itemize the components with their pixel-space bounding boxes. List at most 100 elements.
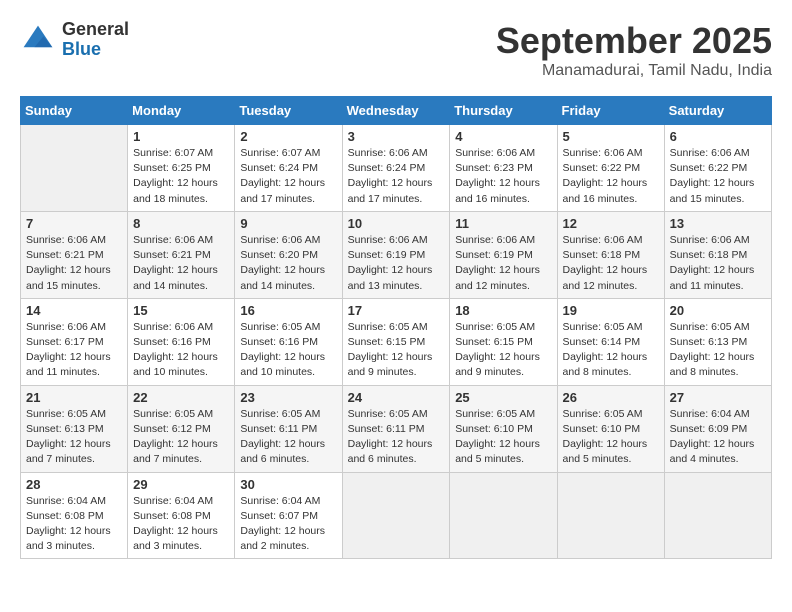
calendar-cell: 19Sunrise: 6:05 AM Sunset: 6:14 PM Dayli… xyxy=(557,298,664,385)
day-number: 11 xyxy=(455,216,551,231)
day-info: Sunrise: 6:06 AM Sunset: 6:18 PM Dayligh… xyxy=(563,233,659,294)
logo-icon xyxy=(20,22,56,58)
location: Manamadurai, Tamil Nadu, India xyxy=(496,62,772,80)
calendar-cell: 22Sunrise: 6:05 AM Sunset: 6:12 PM Dayli… xyxy=(128,385,235,472)
calendar-cell: 6 Sunrise: 6:06 AM Sunset: 6:22 PM Daylig… xyxy=(664,125,771,212)
day-info: Sunrise: 6:05 AM Sunset: 6:10 PM Dayligh… xyxy=(455,407,551,468)
week-row-3: 14 Sunrise: 6:06 AM Sunset: 6:17 PM Dayli… xyxy=(21,298,772,385)
day-number: 3 xyxy=(348,129,445,144)
calendar-cell: 14 Sunrise: 6:06 AM Sunset: 6:17 PM Dayli… xyxy=(21,298,128,385)
day-header-friday: Friday xyxy=(557,97,664,125)
day-number: 24 xyxy=(348,390,445,405)
day-info: Sunrise: 6:05 AM Sunset: 6:10 PM Dayligh… xyxy=(563,407,659,468)
calendar-cell: 4 Sunrise: 6:06 AM Sunset: 6:23 PM Daylig… xyxy=(450,125,557,212)
calendar-cell: 21 Sunrise: 6:05 AM Sunset: 6:13 PM Dayli… xyxy=(21,385,128,472)
calendar-cell: 27 Sunrise: 6:04 AM Sunset: 6:09 PM Dayli… xyxy=(664,385,771,472)
day-number: 21 xyxy=(26,390,122,405)
day-header-saturday: Saturday xyxy=(664,97,771,125)
day-info: Sunrise: 6:07 AM Sunset: 6:24 PM Dayligh… xyxy=(240,146,336,207)
logo-text: General Blue xyxy=(62,20,129,60)
calendar-cell: 8Sunrise: 6:06 AM Sunset: 6:21 PM Daylig… xyxy=(128,211,235,298)
day-number: 15 xyxy=(133,303,229,318)
day-info: Sunrise: 6:06 AM Sunset: 6:18 PM Dayligh… xyxy=(670,233,766,294)
day-number: 2 xyxy=(240,129,336,144)
day-number: 28 xyxy=(26,477,122,492)
calendar-cell: 1 Sunrise: 6:07 AM Sunset: 6:25 PM Daylig… xyxy=(128,125,235,212)
day-number: 12 xyxy=(563,216,659,231)
day-info: Sunrise: 6:06 AM Sunset: 6:21 PM Dayligh… xyxy=(26,233,122,294)
day-number: 14 xyxy=(26,303,122,318)
day-info: Sunrise: 6:05 AM Sunset: 6:13 PM Dayligh… xyxy=(26,407,122,468)
calendar-cell: 11 Sunrise: 6:06 AM Sunset: 6:19 PM Dayli… xyxy=(450,211,557,298)
day-number: 1 xyxy=(133,129,229,144)
day-number: 19 xyxy=(563,303,659,318)
week-row-5: 28 Sunrise: 6:04 AM Sunset: 6:08 PM Dayli… xyxy=(21,472,772,559)
calendar-cell xyxy=(21,125,128,212)
day-number: 7 xyxy=(26,216,122,231)
day-info: Sunrise: 6:05 AM Sunset: 6:15 PM Dayligh… xyxy=(348,320,445,381)
calendar-cell: 16 Sunrise: 6:05 AM Sunset: 6:16 PM Dayli… xyxy=(235,298,342,385)
week-row-4: 21 Sunrise: 6:05 AM Sunset: 6:13 PM Dayli… xyxy=(21,385,772,472)
calendar-cell xyxy=(557,472,664,559)
calendar-cell xyxy=(342,472,450,559)
day-number: 30 xyxy=(240,477,336,492)
calendar-cell: 30Sunrise: 6:04 AM Sunset: 6:07 PM Dayli… xyxy=(235,472,342,559)
day-info: Sunrise: 6:05 AM Sunset: 6:12 PM Dayligh… xyxy=(133,407,229,468)
calendar-cell: 7 Sunrise: 6:06 AM Sunset: 6:21 PM Daylig… xyxy=(21,211,128,298)
day-info: Sunrise: 6:05 AM Sunset: 6:16 PM Dayligh… xyxy=(240,320,336,381)
calendar-cell: 17 Sunrise: 6:05 AM Sunset: 6:15 PM Dayli… xyxy=(342,298,450,385)
page-header: General Blue September 2025 Manamadurai,… xyxy=(20,20,772,80)
day-info: Sunrise: 6:05 AM Sunset: 6:13 PM Dayligh… xyxy=(670,320,766,381)
day-number: 6 xyxy=(670,129,766,144)
day-info: Sunrise: 6:06 AM Sunset: 6:19 PM Dayligh… xyxy=(348,233,445,294)
day-header-wednesday: Wednesday xyxy=(342,97,450,125)
calendar-cell: 18 Sunrise: 6:05 AM Sunset: 6:15 PM Dayli… xyxy=(450,298,557,385)
day-number: 20 xyxy=(670,303,766,318)
day-header-monday: Monday xyxy=(128,97,235,125)
calendar-cell: 9Sunrise: 6:06 AM Sunset: 6:20 PM Daylig… xyxy=(235,211,342,298)
calendar-cell: 23 Sunrise: 6:05 AM Sunset: 6:11 PM Dayli… xyxy=(235,385,342,472)
title-block: September 2025 Manamadurai, Tamil Nadu, … xyxy=(496,20,772,80)
day-number: 5 xyxy=(563,129,659,144)
week-row-2: 7 Sunrise: 6:06 AM Sunset: 6:21 PM Daylig… xyxy=(21,211,772,298)
day-info: Sunrise: 6:06 AM Sunset: 6:22 PM Dayligh… xyxy=(670,146,766,207)
day-info: Sunrise: 6:06 AM Sunset: 6:23 PM Dayligh… xyxy=(455,146,551,207)
day-number: 17 xyxy=(348,303,445,318)
day-number: 10 xyxy=(348,216,445,231)
calendar-cell: 28Sunrise: 6:04 AM Sunset: 6:08 PM Dayli… xyxy=(21,472,128,559)
logo: General Blue xyxy=(20,20,129,60)
day-info: Sunrise: 6:05 AM Sunset: 6:11 PM Dayligh… xyxy=(240,407,336,468)
logo-blue: Blue xyxy=(62,40,129,60)
day-info: Sunrise: 6:06 AM Sunset: 6:21 PM Dayligh… xyxy=(133,233,229,294)
day-info: Sunrise: 6:04 AM Sunset: 6:08 PM Dayligh… xyxy=(133,494,229,555)
month-title: September 2025 xyxy=(496,20,772,62)
day-info: Sunrise: 6:06 AM Sunset: 6:16 PM Dayligh… xyxy=(133,320,229,381)
calendar-cell: 3 Sunrise: 6:06 AM Sunset: 6:24 PM Daylig… xyxy=(342,125,450,212)
day-info: Sunrise: 6:05 AM Sunset: 6:15 PM Dayligh… xyxy=(455,320,551,381)
day-header-thursday: Thursday xyxy=(450,97,557,125)
day-number: 18 xyxy=(455,303,551,318)
day-info: Sunrise: 6:07 AM Sunset: 6:25 PM Dayligh… xyxy=(133,146,229,207)
day-info: Sunrise: 6:06 AM Sunset: 6:17 PM Dayligh… xyxy=(26,320,122,381)
calendar-cell: 13 Sunrise: 6:06 AM Sunset: 6:18 PM Dayli… xyxy=(664,211,771,298)
day-number: 27 xyxy=(670,390,766,405)
day-number: 23 xyxy=(240,390,336,405)
calendar-cell xyxy=(664,472,771,559)
calendar-cell: 12 Sunrise: 6:06 AM Sunset: 6:18 PM Dayli… xyxy=(557,211,664,298)
calendar-cell: 10 Sunrise: 6:06 AM Sunset: 6:19 PM Dayli… xyxy=(342,211,450,298)
calendar-body: 1 Sunrise: 6:07 AM Sunset: 6:25 PM Daylig… xyxy=(21,125,772,559)
day-number: 29 xyxy=(133,477,229,492)
calendar: SundayMondayTuesdayWednesdayThursdayFrid… xyxy=(20,96,772,559)
day-number: 16 xyxy=(240,303,336,318)
day-info: Sunrise: 6:06 AM Sunset: 6:24 PM Dayligh… xyxy=(348,146,445,207)
day-number: 13 xyxy=(670,216,766,231)
calendar-cell: 20 Sunrise: 6:05 AM Sunset: 6:13 PM Dayli… xyxy=(664,298,771,385)
day-number: 4 xyxy=(455,129,551,144)
day-info: Sunrise: 6:06 AM Sunset: 6:19 PM Dayligh… xyxy=(455,233,551,294)
calendar-cell: 29 Sunrise: 6:04 AM Sunset: 6:08 PM Dayli… xyxy=(128,472,235,559)
day-info: Sunrise: 6:04 AM Sunset: 6:09 PM Dayligh… xyxy=(670,407,766,468)
calendar-cell: 2 Sunrise: 6:07 AM Sunset: 6:24 PM Daylig… xyxy=(235,125,342,212)
calendar-cell: 5Sunrise: 6:06 AM Sunset: 6:22 PM Daylig… xyxy=(557,125,664,212)
calendar-cell: 24Sunrise: 6:05 AM Sunset: 6:11 PM Dayli… xyxy=(342,385,450,472)
day-number: 25 xyxy=(455,390,551,405)
